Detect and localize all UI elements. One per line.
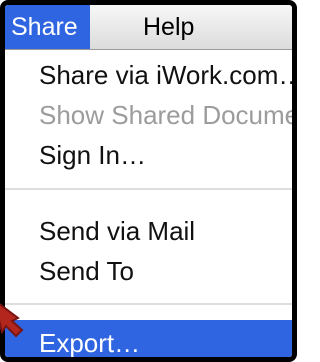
menu-item-export[interactable]: Export… bbox=[39, 324, 292, 357]
menu-separator bbox=[5, 188, 292, 190]
menu-item-send-via-mail[interactable]: Send via Mail bbox=[39, 212, 292, 250]
menu-item-send-to[interactable]: Send To bbox=[39, 252, 292, 290]
menu-item-sign-in[interactable]: Sign In… bbox=[39, 136, 292, 174]
menu-bar: Share Help bbox=[5, 5, 292, 50]
menubar-help[interactable]: Help bbox=[133, 5, 204, 49]
menu-item-share-via-iwork[interactable]: Share via iWork.com… bbox=[39, 56, 292, 94]
menubar-share[interactable]: Share bbox=[5, 5, 90, 49]
menu-item-show-shared-documents: Show Shared Documents bbox=[39, 100, 292, 130]
annotation-arrow-icon bbox=[0, 303, 24, 338]
